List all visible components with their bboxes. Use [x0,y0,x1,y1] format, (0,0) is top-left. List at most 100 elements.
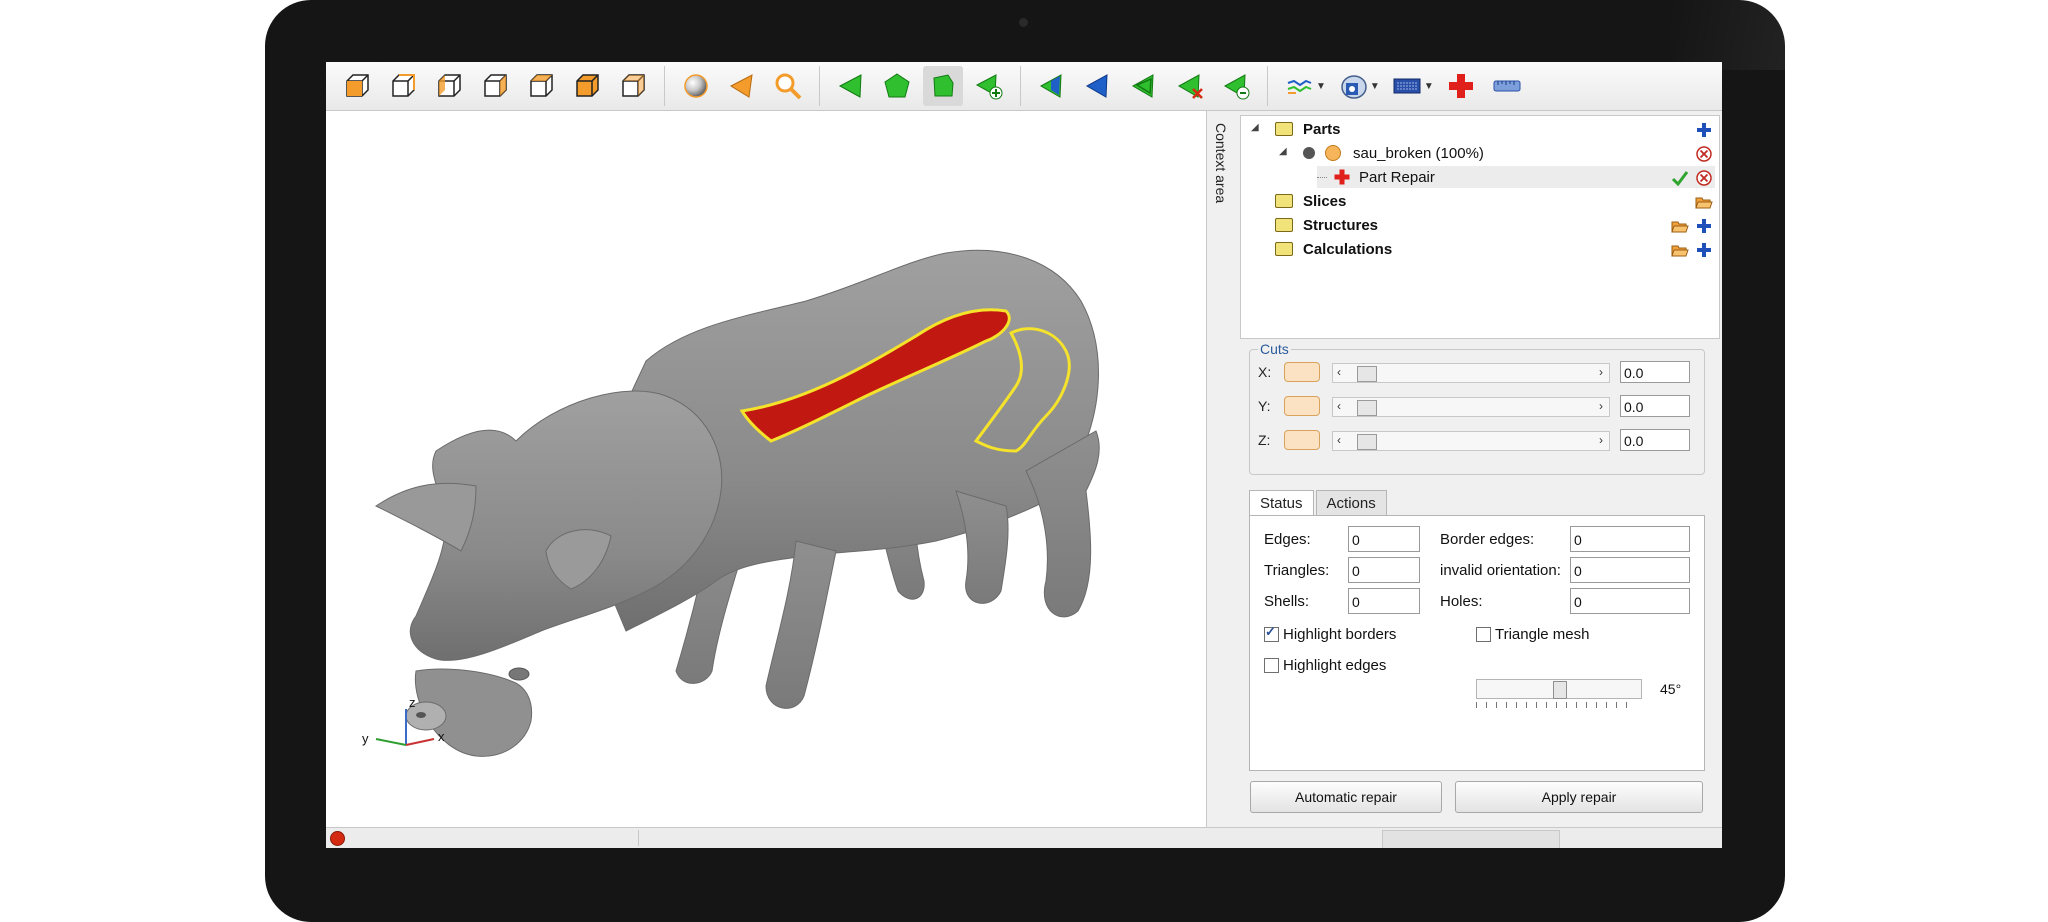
tab-actions[interactable]: Actions [1315,490,1387,517]
slider-right-arrow-icon[interactable]: › [1599,399,1603,413]
add-structure-icon[interactable] [1695,217,1713,235]
holes-field[interactable]: 0 [1570,588,1690,614]
view-right-icon[interactable] [475,66,515,106]
tree-item-slices[interactable]: Slices [1275,190,1346,212]
view-back-icon[interactable] [383,66,423,106]
open-folder-icon[interactable] [1695,193,1713,211]
disk-dropdown-icon[interactable]: ▼ [1370,81,1380,92]
tab-status[interactable]: Status [1249,490,1314,518]
slider-left-arrow-icon[interactable]: ‹ [1337,433,1341,447]
angle-slider[interactable] [1476,679,1642,699]
app-window: ▼ ▼ ▼ z x y Context area ◢ Parts ◢ sau_b… [326,62,1722,848]
tree-item-sau-broken[interactable]: sau_broken (100%) [1303,142,1484,164]
collapse-parts-icon[interactable]: ◢ [1251,122,1259,133]
network-icon[interactable] [1279,66,1319,106]
zoom-icon[interactable] [768,66,808,106]
view-bottom-icon[interactable] [567,66,607,106]
right-panel: ◢ Parts ◢ sau_broken (100%) Part Repair [1239,111,1722,827]
mark-icon-2[interactable] [1078,66,1118,106]
shells-label: Shells: [1264,593,1310,610]
apply-repair-button[interactable]: Apply repair [1455,781,1703,813]
cut-y-toggle[interactable] [1284,396,1320,416]
part-shading-icon[interactable] [1325,145,1341,161]
select-shell-icon[interactable] [923,66,963,106]
cut-x-slider-thumb[interactable] [1357,366,1377,382]
disk-icon[interactable] [1333,66,1373,106]
highlight-borders-label: Highlight borders [1283,626,1397,643]
open-folder-icon[interactable] [1671,217,1689,235]
mark-icon-1[interactable] [1032,66,1072,106]
mark-icon-4[interactable] [1170,66,1210,106]
slider-right-arrow-icon[interactable]: › [1599,433,1603,447]
tree-item-part-repair[interactable]: Part Repair [1317,166,1715,188]
3d-viewport[interactable]: z x y [326,111,1206,827]
visibility-dot-icon[interactable] [1303,147,1315,159]
part-repair-icon[interactable] [1441,66,1481,106]
mark-toolbar-group [1021,66,1268,106]
cuts-title: Cuts [1258,341,1291,357]
cut-z-slider[interactable]: ‹ › [1332,431,1610,451]
border-edges-field[interactable]: 0 [1570,526,1690,552]
network-dropdown-icon[interactable]: ▼ [1316,81,1326,92]
triangles-label: Triangles: [1264,562,1330,579]
cut-y-slider[interactable]: ‹ › [1332,397,1610,417]
border-edges-label: Border edges: [1440,531,1535,548]
status-separator [638,830,639,846]
cancel-repair-icon[interactable] [1695,169,1713,187]
collapse-part-icon[interactable]: ◢ [1279,146,1287,157]
view-top-icon[interactable] [521,66,561,106]
mark-icon-3[interactable] [1124,66,1164,106]
tree-item-calculations[interactable]: Calculations [1275,238,1392,260]
tree-item-structures[interactable]: Structures [1275,214,1378,236]
keyboard-icon[interactable] [1387,66,1427,106]
error-indicator-icon [330,831,345,846]
keyboard-dropdown-icon[interactable]: ▼ [1424,81,1434,92]
progress-bar [1382,830,1560,848]
sphere-shading-icon[interactable] [676,66,716,106]
view-left-icon[interactable] [429,66,469,106]
highlight-edges-checkbox[interactable]: Highlight edges [1264,657,1386,674]
slider-left-arrow-icon[interactable]: ‹ [1337,399,1341,413]
confirm-repair-icon[interactable] [1671,169,1689,187]
context-area-strip[interactable]: Context area [1206,111,1240,827]
cut-x-toggle[interactable] [1284,362,1320,382]
remove-part-icon[interactable] [1695,145,1713,163]
cut-z-slider-thumb[interactable] [1357,434,1377,450]
add-part-icon[interactable] [1695,121,1713,139]
tree-item-structures-label: Structures [1303,216,1379,234]
mark-icon-5[interactable] [1216,66,1256,106]
view-front-icon[interactable] [337,66,377,106]
pig-model[interactable] [326,111,1206,827]
invalid-orientation-field[interactable]: 0 [1570,557,1690,583]
add-calculation-icon[interactable] [1695,241,1713,259]
triangle-select-icon[interactable] [722,66,762,106]
edges-field[interactable]: 0 [1348,526,1420,552]
highlight-borders-checkbox[interactable]: Highlight borders [1264,624,1397,643]
add-selection-icon[interactable] [969,66,1009,106]
angle-slider-thumb[interactable] [1553,681,1567,699]
select-triangle-icon[interactable] [831,66,871,106]
ruler-icon[interactable] [1487,66,1527,106]
cut-x-slider[interactable]: ‹ › [1332,363,1610,383]
triangles-field[interactable]: 0 [1348,557,1420,583]
triangle-mesh-checkbox[interactable]: Triangle mesh [1476,626,1589,643]
checkbox-checked-icon[interactable] [1264,624,1279,642]
open-folder-icon[interactable] [1671,241,1689,259]
cut-z-toggle[interactable] [1284,430,1320,450]
checkbox-icon[interactable] [1264,658,1279,673]
tree-item-parts[interactable]: Parts [1275,118,1341,140]
context-area-label: Context area [1213,123,1229,204]
view-iso-icon[interactable] [613,66,653,106]
invalid-orientation-label: invalid orientation: [1440,562,1561,579]
cuts-group: Cuts X: ‹ › 0.0 Y: ‹ › 0.0 Z: ‹ › 0.0 [1249,341,1705,475]
checkbox-icon[interactable] [1476,627,1491,642]
select-surface-icon[interactable] [877,66,917,106]
cut-z-value[interactable]: 0.0 [1620,429,1690,451]
slider-right-arrow-icon[interactable]: › [1599,365,1603,379]
automatic-repair-button[interactable]: Automatic repair [1250,781,1442,813]
cut-y-value[interactable]: 0.0 [1620,395,1690,417]
cut-x-value[interactable]: 0.0 [1620,361,1690,383]
cut-y-slider-thumb[interactable] [1357,400,1377,416]
shells-field[interactable]: 0 [1348,588,1420,614]
slider-left-arrow-icon[interactable]: ‹ [1337,365,1341,379]
